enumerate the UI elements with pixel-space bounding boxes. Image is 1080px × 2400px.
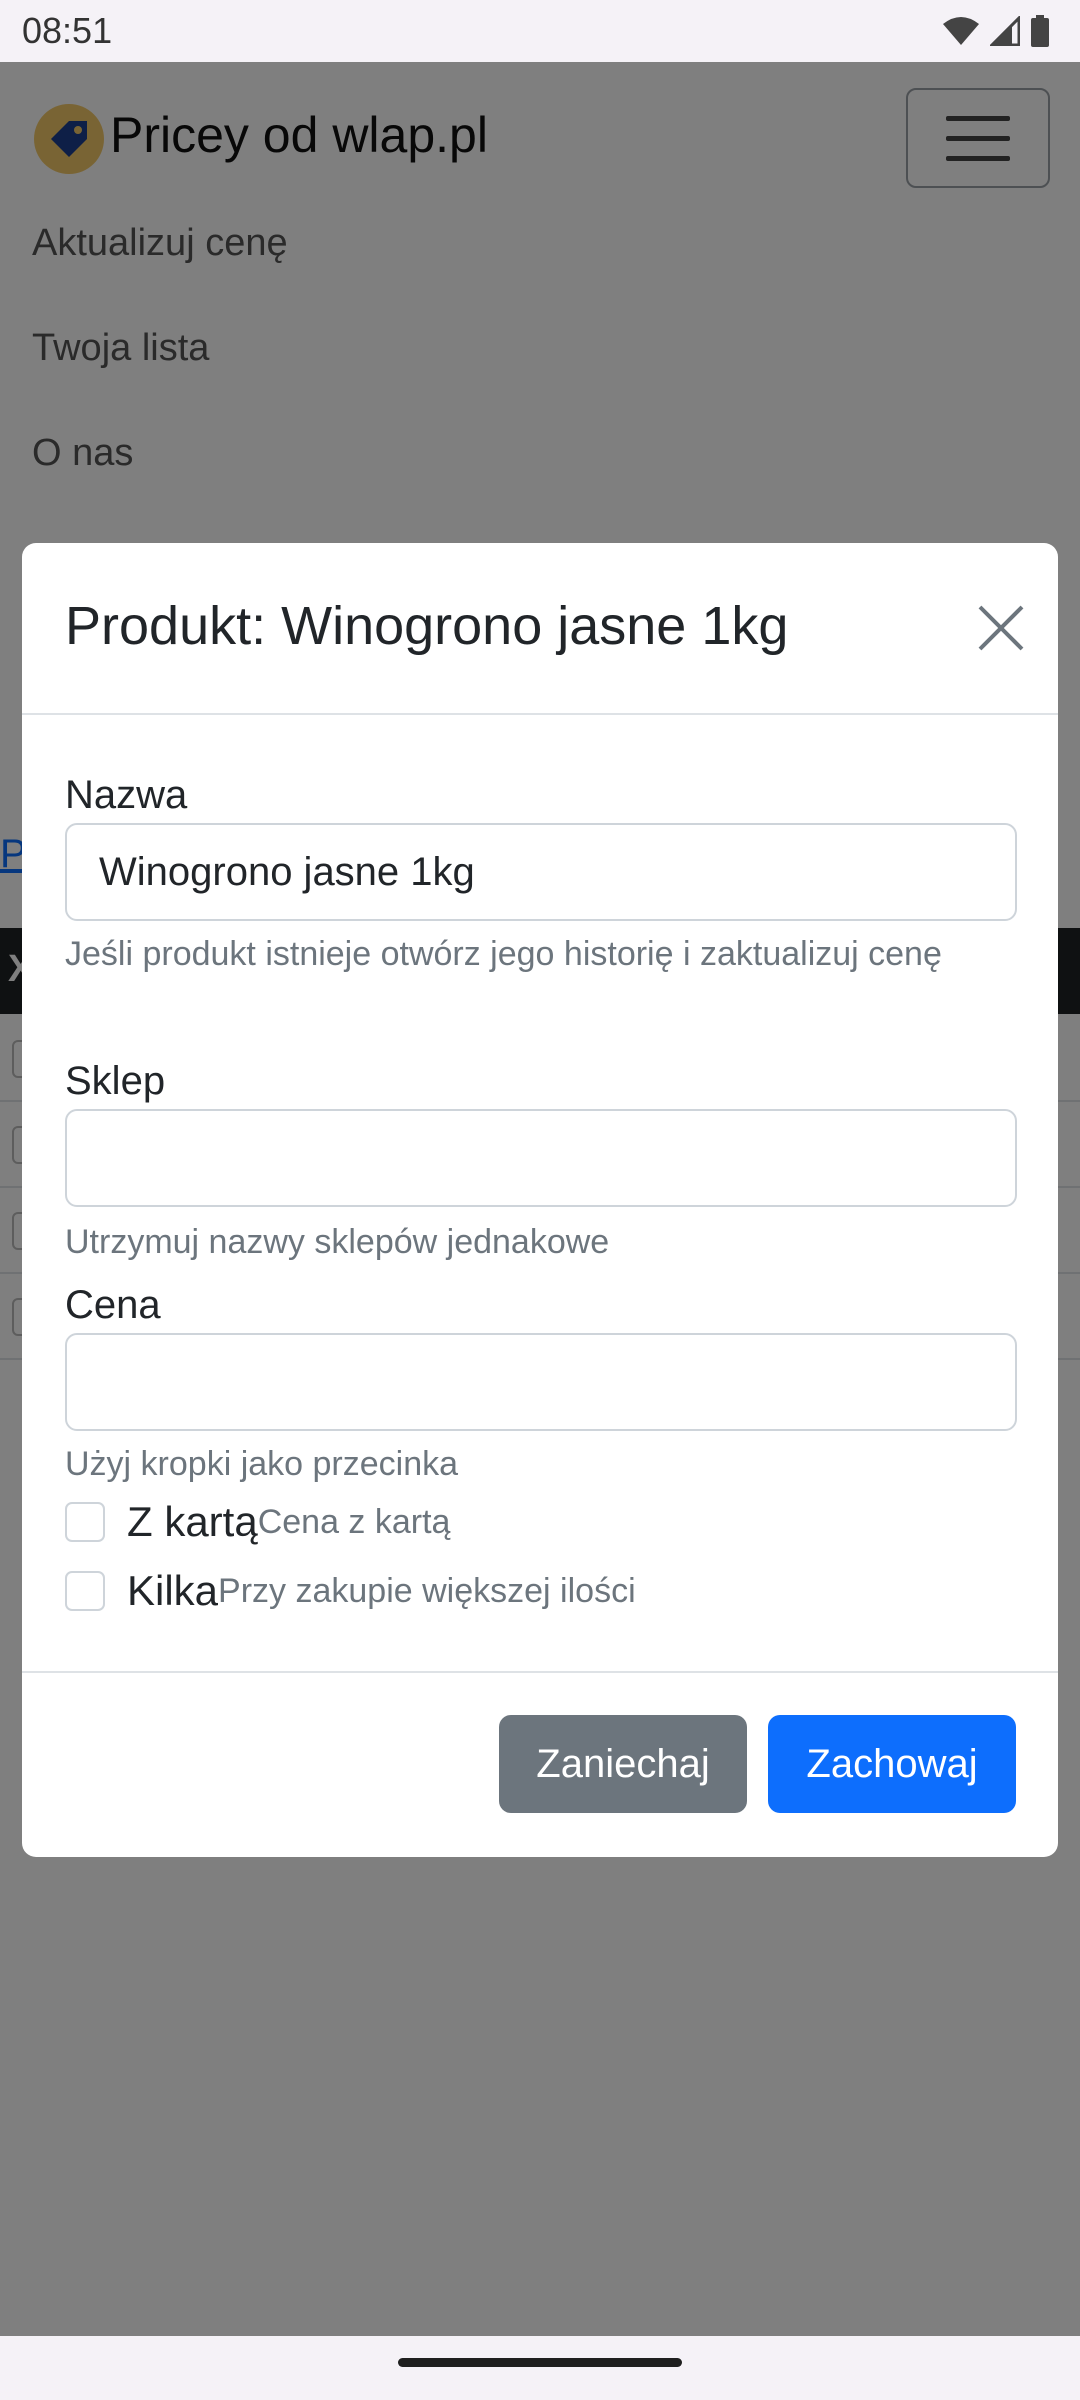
modal-title: Produkt: Winogrono jasne 1kg	[65, 596, 789, 656]
battery-icon	[1031, 15, 1049, 47]
close-button[interactable]	[968, 595, 1034, 661]
status-time: 08:51	[22, 10, 113, 51]
close-icon	[978, 605, 1024, 651]
save-button[interactable]: Zachowaj	[768, 1715, 1016, 1813]
price-label: Cena	[65, 1283, 161, 1327]
home-indicator[interactable]	[398, 2358, 682, 2367]
status-icons	[942, 14, 1050, 48]
multiple-label[interactable]: Kilka	[127, 1567, 218, 1615]
with-card-hint: Cena z kartą	[257, 1502, 451, 1541]
with-card-checkbox[interactable]	[65, 1502, 105, 1542]
system-navigation-bar	[0, 2336, 1080, 2400]
shop-help-text: Utrzymuj nazwy sklepów jednakowe	[65, 1223, 610, 1261]
with-card-label[interactable]: Z kartą	[127, 1498, 258, 1546]
shop-label: Sklep	[65, 1059, 166, 1103]
modal-footer: Zaniechaj Zachowaj	[22, 1671, 1058, 1857]
with-card-checkbox-row[interactable]: Z kartą Cena z kartą	[65, 1497, 450, 1547]
wifi-icon	[943, 17, 979, 45]
multiple-checkbox-row[interactable]: Kilka Przy zakupie większej ilości	[65, 1566, 636, 1616]
signal-icon	[990, 16, 1020, 46]
name-label: Nazwa	[65, 773, 188, 817]
modal-header: Produkt: Winogrono jasne 1kg	[22, 543, 1058, 715]
price-input[interactable]	[65, 1333, 1017, 1431]
shop-input[interactable]	[65, 1109, 1017, 1207]
price-help-text: Użyj kropki jako przecinka	[65, 1445, 459, 1483]
product-modal: Produkt: Winogrono jasne 1kg Nazwa Jeśli…	[22, 543, 1058, 1857]
cancel-button[interactable]: Zaniechaj	[499, 1715, 747, 1813]
name-input[interactable]	[65, 823, 1017, 921]
multiple-checkbox[interactable]	[65, 1571, 105, 1611]
name-help-text: Jeśli produkt istnieje otwórz jego histo…	[65, 935, 942, 973]
multiple-hint: Przy zakupie większej ilości	[218, 1571, 636, 1610]
status-bar: 08:51	[0, 0, 1080, 62]
